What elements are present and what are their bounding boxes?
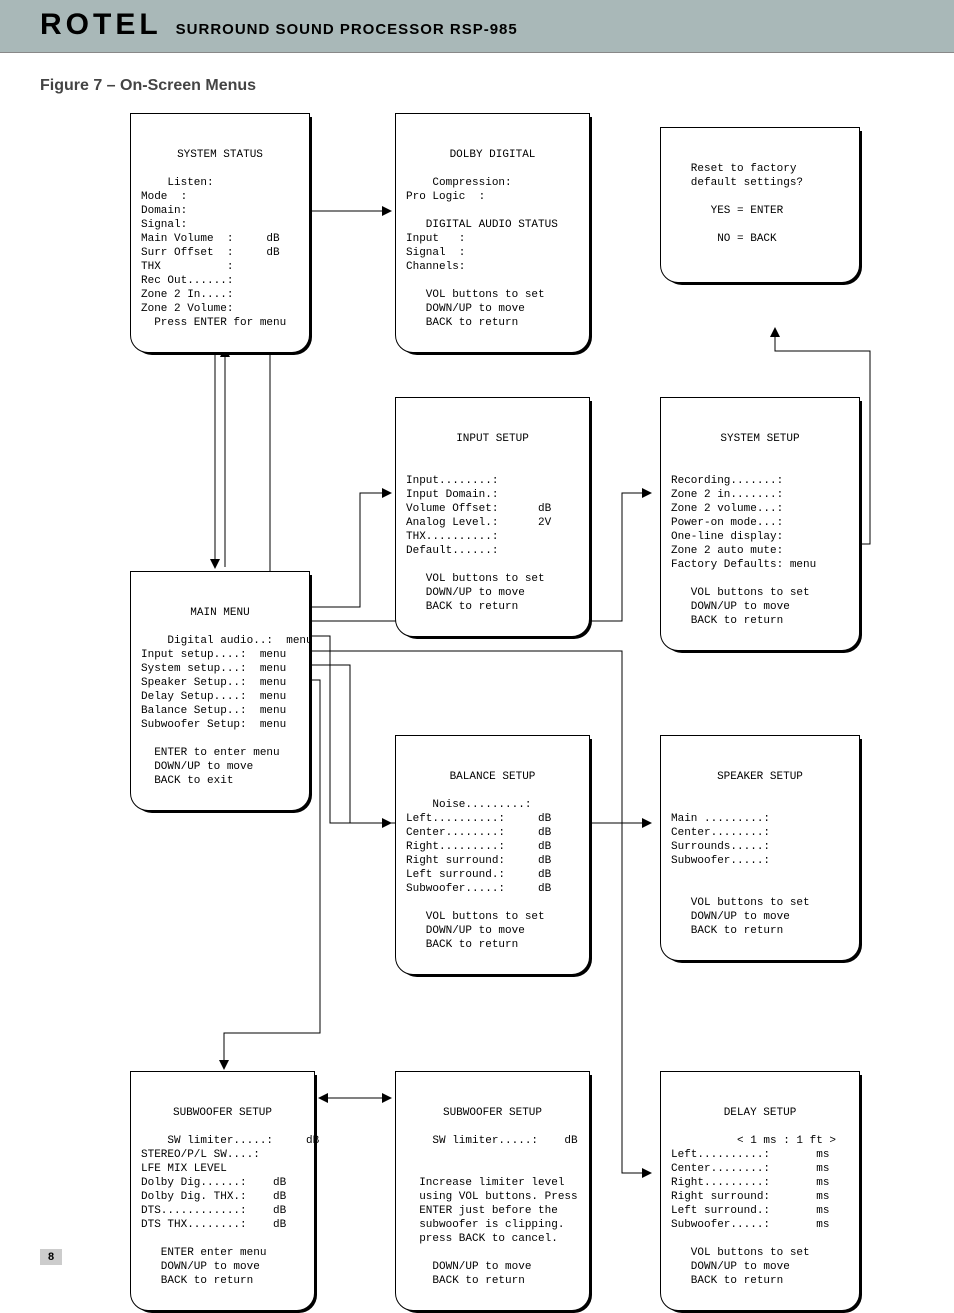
- menu-body: Input........: Input Domain.: Volume Off…: [406, 475, 551, 613]
- menu-title: SYSTEM STATUS: [141, 148, 299, 162]
- menu-title: SUBWOOFER SETUP: [141, 1106, 304, 1120]
- menu-body: Reset to factory default settings? YES =…: [671, 163, 803, 245]
- product-subtitle: SURROUND SOUND PROCESSOR RSP-985: [176, 21, 518, 38]
- menu-body: Compression: Pro Logic : DIGITAL AUDIO S…: [406, 177, 558, 329]
- menu-input-setup: INPUT SETUP Input........: Input Domain.…: [395, 397, 590, 637]
- diagram-canvas: SYSTEM STATUS Listen: Mode : Domain: Sig…: [0, 113, 954, 1273]
- menu-body: Listen: Mode : Domain: Signal: Main Volu…: [141, 177, 286, 329]
- menu-title: DELAY SETUP: [671, 1106, 849, 1120]
- brand-logo: ROTEL: [40, 8, 162, 42]
- menu-subwoofer-a: SUBWOOFER SETUP SW limiter.....: dB STER…: [130, 1071, 315, 1311]
- menu-title: INPUT SETUP: [406, 432, 579, 446]
- menu-reset: Reset to factory default settings? YES =…: [660, 127, 860, 283]
- menu-body: Noise.........: Left..........: dB Cente…: [406, 799, 551, 951]
- menu-dolby-digital: DOLBY DIGITAL Compression: Pro Logic : D…: [395, 113, 590, 353]
- menu-system-status: SYSTEM STATUS Listen: Mode : Domain: Sig…: [130, 113, 310, 353]
- menu-body: Main .........: Center........: Surround…: [671, 813, 810, 937]
- menu-body: < 1 ms : 1 ft > Left..........: ms Cente…: [671, 1135, 836, 1287]
- figure-title: Figure 7 – On-Screen Menus: [40, 77, 914, 95]
- menu-title: BALANCE SETUP: [406, 770, 579, 784]
- menu-balance-setup: BALANCE SETUP Noise.........: Left......…: [395, 735, 590, 975]
- menu-title: DOLBY DIGITAL: [406, 148, 579, 162]
- menu-speaker-setup: SPEAKER SETUP Main .........: Center....…: [660, 735, 860, 961]
- menu-system-setup: SYSTEM SETUP Recording.......: Zone 2 in…: [660, 397, 860, 651]
- menu-title: SYSTEM SETUP: [671, 432, 849, 446]
- menu-title: SPEAKER SETUP: [671, 770, 849, 784]
- menu-body: Recording.......: Zone 2 in.......: Zone…: [671, 475, 816, 627]
- page-number: 8: [40, 1249, 62, 1265]
- menu-subwoofer-b: SUBWOOFER SETUP SW limiter.....: dB Incr…: [395, 1071, 590, 1311]
- menu-title: SUBWOOFER SETUP: [406, 1106, 579, 1120]
- menu-delay-setup: DELAY SETUP < 1 ms : 1 ft > Left........…: [660, 1071, 860, 1311]
- header-bar: ROTEL SURROUND SOUND PROCESSOR RSP-985: [0, 0, 954, 53]
- menu-body: SW limiter.....: dB Increase limiter lev…: [406, 1135, 578, 1287]
- menu-body: SW limiter.....: dB STEREO/P/L SW....: L…: [141, 1135, 319, 1287]
- menu-title: MAIN MENU: [141, 606, 299, 620]
- menu-body: Digital audio..: menu Input setup....: m…: [141, 635, 313, 787]
- menu-main: MAIN MENU Digital audio..: menu Input se…: [130, 571, 310, 811]
